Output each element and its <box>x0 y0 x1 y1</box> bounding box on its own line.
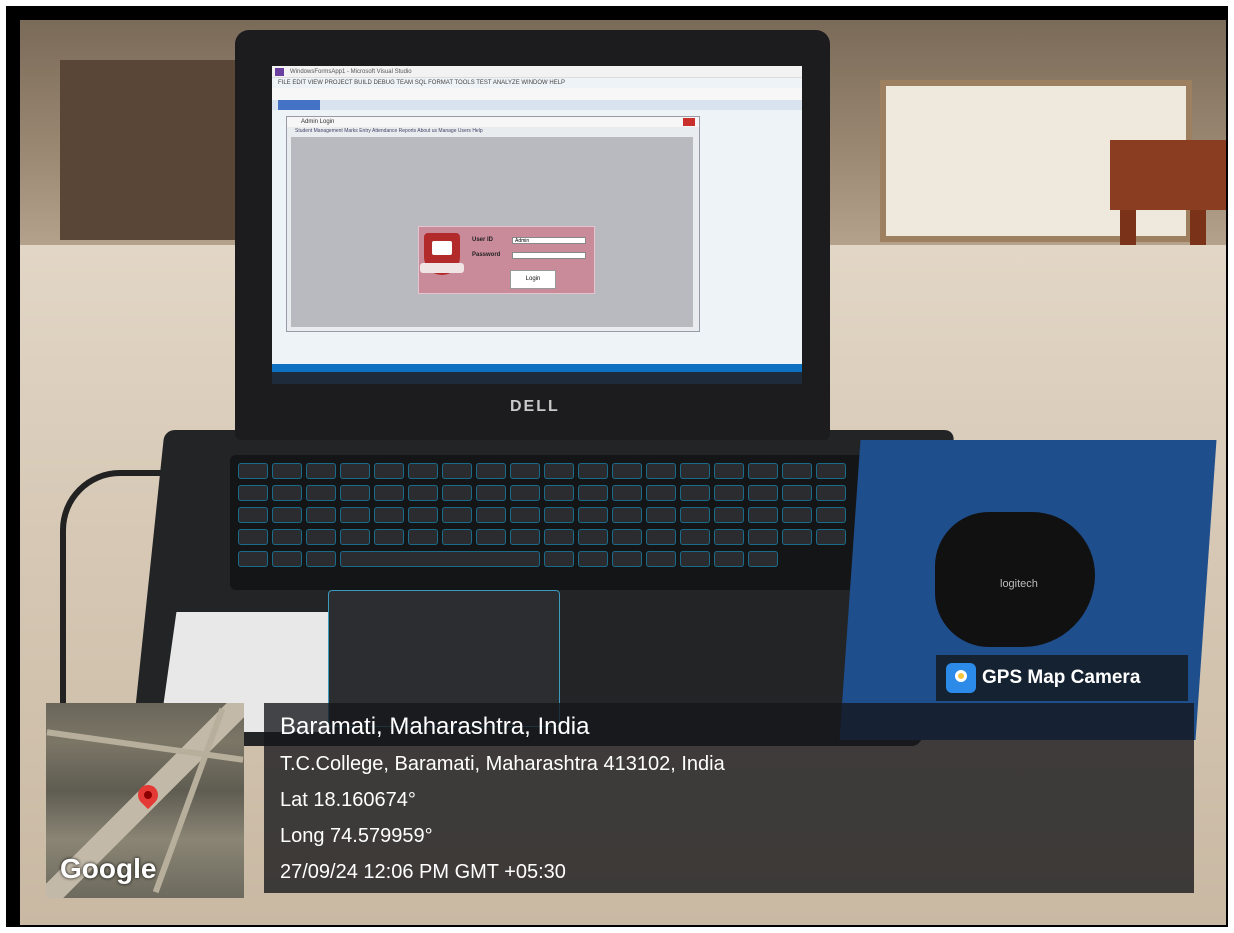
map-thumbnail: Google <box>46 703 244 898</box>
laptop-screen: WindowsFormsApp1 - Microsoft Visual Stud… <box>272 66 802 384</box>
key-row <box>238 551 778 567</box>
login-button[interactable]: Login <box>510 270 556 289</box>
login-panel: User ID Admin Password Login <box>418 226 595 294</box>
user-id-field[interactable]: Admin <box>512 237 586 244</box>
wall-panel <box>60 60 260 240</box>
key-row <box>238 463 846 479</box>
key-row <box>238 529 846 545</box>
close-icon[interactable] <box>683 118 695 126</box>
visual-studio-icon <box>275 68 284 76</box>
address-line: T.C.College, Baramati, Maharashtra 41310… <box>280 753 725 775</box>
mouse-brand-logo: logitech <box>1000 578 1038 590</box>
gps-badge-label: GPS Map Camera <box>982 667 1141 688</box>
windows-taskbar[interactable] <box>272 372 802 384</box>
latitude-line: Lat 18.160674° <box>280 789 416 811</box>
crest-banner <box>420 263 464 273</box>
location-pin-icon <box>133 780 163 810</box>
college-crest-logo <box>420 233 464 275</box>
datetime-line: 27/09/24 12:06 PM GMT +05:30 <box>280 861 566 883</box>
map-camera-icon <box>946 663 976 693</box>
form-window: Admin Login Student Management Marks Ent… <box>286 116 700 332</box>
keyboard <box>230 455 880 590</box>
gps-map-camera-badge: GPS Map Camera <box>936 655 1188 701</box>
key-row <box>238 485 846 501</box>
form-title-bar: Admin Login <box>287 117 699 127</box>
form-body: User ID Admin Password Login <box>291 137 693 327</box>
vs-tab-strip[interactable] <box>272 100 802 110</box>
dell-logo: DELL <box>510 398 560 415</box>
book-icon <box>432 241 452 255</box>
password-field[interactable] <box>512 252 586 259</box>
city-line: Baramati, Maharashtra, India <box>280 713 590 740</box>
form-menu-bar[interactable]: Student Management Marks Entry Attendanc… <box>287 127 699 135</box>
vs-title-bar: WindowsFormsApp1 - Microsoft Visual Stud… <box>272 66 802 78</box>
vs-active-tab[interactable] <box>278 100 320 110</box>
vs-menu-bar[interactable]: FILE EDIT VIEW PROJECT BUILD DEBUG TEAM … <box>272 78 802 88</box>
vs-toolbar[interactable] <box>272 88 802 100</box>
vs-title-text: WindowsFormsApp1 - Microsoft Visual Stud… <box>290 69 412 75</box>
password-label: Password <box>472 252 501 258</box>
user-id-label: User ID <box>472 237 494 243</box>
location-info-overlay: Baramati, Maharashtra, India T.C.College… <box>264 703 1194 893</box>
google-logo: Google <box>60 853 157 884</box>
map-road <box>152 707 226 894</box>
stool <box>1110 140 1226 210</box>
longitude-line: Long 74.579959° <box>280 825 433 847</box>
vs-status-bar <box>272 364 802 372</box>
key-row <box>238 507 846 523</box>
